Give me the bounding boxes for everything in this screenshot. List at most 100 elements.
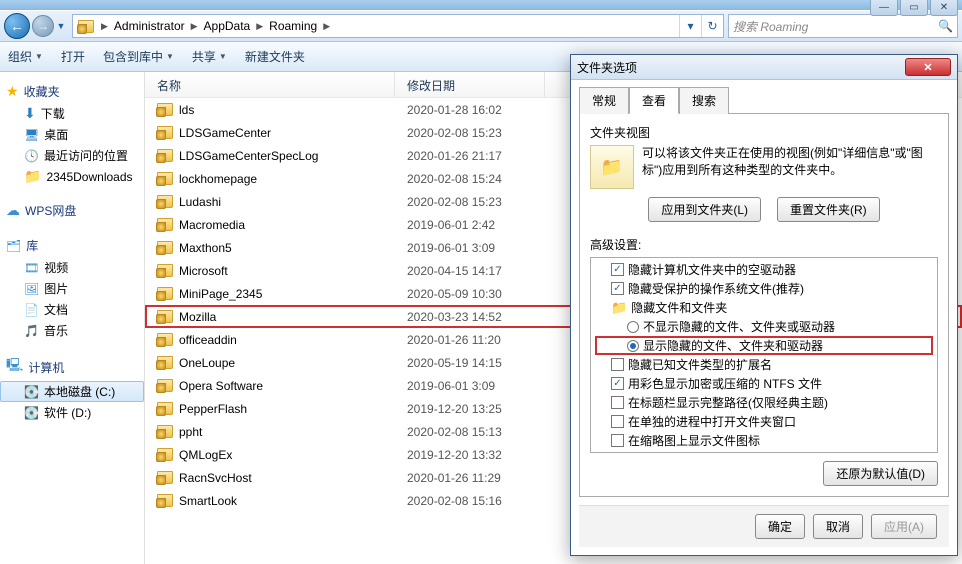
tree-item[interactable]: 隐藏已知文件类型的扩展名 — [595, 355, 933, 374]
sidebar-item-music[interactable]: 🎵音乐 — [0, 320, 144, 341]
folder-icon — [157, 287, 173, 300]
tab-search[interactable]: 搜索 — [679, 87, 729, 114]
nav-history-dropdown[interactable]: ▼ — [54, 13, 68, 39]
toolbar-include[interactable]: 包含到库中▼ — [103, 48, 174, 65]
nav-bar: ← → ▼ ▶ Administrator ▶ AppData ▶ Roamin… — [0, 10, 962, 42]
column-header-name[interactable]: 名称 — [145, 72, 395, 97]
window-minimize-button[interactable]: — — [870, 0, 898, 16]
disk-icon: 💽 — [24, 385, 39, 399]
nav-forward-button[interactable]: → — [32, 15, 54, 37]
folder-icon — [157, 149, 173, 162]
toolbar-newfolder[interactable]: 新建文件夹 — [245, 48, 305, 65]
restore-defaults-button[interactable]: 还原为默认值(D) — [823, 461, 938, 486]
apply-button[interactable]: 应用(A) — [871, 514, 937, 539]
breadcrumb[interactable]: Administrator — [110, 19, 189, 33]
checkbox-icon[interactable] — [611, 396, 624, 409]
tree-item[interactable]: 在单独的进程中打开文件夹窗口 — [595, 412, 933, 431]
tree-item[interactable]: 隐藏受保护的操作系统文件(推荐) — [595, 279, 933, 298]
window-close-button[interactable]: ✕ — [930, 0, 958, 16]
tree-item[interactable]: 在文件夹提示中显示文件大小信息 — [595, 450, 933, 453]
radio-icon[interactable] — [627, 321, 639, 333]
cancel-button[interactable]: 取消 — [813, 514, 863, 539]
sidebar-item-documents[interactable]: 📄文档 — [0, 299, 144, 320]
search-input[interactable]: 搜索 Roaming 🔍 — [728, 14, 958, 38]
tree-item[interactable]: 📁隐藏文件和文件夹 — [595, 298, 933, 317]
crumb-sep[interactable]: ▶ — [321, 21, 332, 32]
checkbox-icon[interactable] — [611, 415, 624, 428]
toolbar-share[interactable]: 共享▼ — [192, 48, 227, 65]
tree-item[interactable]: 用彩色显示加密或压缩的 NTFS 文件 — [595, 374, 933, 393]
folder-icon — [157, 425, 173, 438]
tree-label: 用彩色显示加密或压缩的 NTFS 文件 — [628, 375, 822, 392]
file-name: MiniPage_2345 — [179, 287, 262, 301]
crumb-sep[interactable]: ▶ — [99, 21, 110, 32]
file-name: QMLogEx — [179, 448, 232, 462]
folder-view-text: 可以将该文件夹正在使用的视图(例如"详细信息"或"图标")应用到所有这种类型的文… — [642, 145, 938, 189]
toolbar-open[interactable]: 打开 — [61, 48, 85, 65]
advanced-settings-title: 高级设置: — [590, 236, 938, 253]
address-dropdown-button[interactable]: ▾ — [679, 15, 701, 37]
file-date: 2020-02-08 15:16 — [395, 494, 545, 508]
file-name: Macromedia — [179, 218, 245, 232]
sidebar-libraries-head[interactable]: 🗂库 — [0, 234, 144, 257]
apply-to-folders-button[interactable]: 应用到文件夹(L) — [648, 197, 761, 222]
tab-view[interactable]: 查看 — [629, 87, 679, 114]
tree-item[interactable]: 显示隐藏的文件、文件夹和驱动器 — [595, 336, 933, 355]
tree-label: 隐藏已知文件类型的扩展名 — [628, 356, 772, 373]
sidebar-computer-head[interactable]: 🖳计算机 — [0, 353, 144, 381]
file-date: 2020-02-08 15:23 — [395, 195, 545, 209]
checkbox-icon[interactable] — [611, 263, 624, 276]
tree-label: 在单独的进程中打开文件夹窗口 — [628, 413, 796, 430]
video-icon: 🎞 — [24, 261, 39, 275]
sidebar-item-desktop[interactable]: 🖥桌面 — [0, 124, 144, 145]
checkbox-icon[interactable] — [611, 282, 624, 295]
sidebar-favorites-head[interactable]: ★收藏夹 — [0, 80, 144, 103]
tree-item[interactable]: 不显示隐藏的文件、文件夹或驱动器 — [595, 317, 933, 336]
folder-icon — [157, 172, 173, 185]
tab-general[interactable]: 常规 — [579, 87, 629, 114]
reset-folders-button[interactable]: 重置文件夹(R) — [777, 197, 880, 222]
sidebar-item-pictures[interactable]: 🖼图片 — [0, 278, 144, 299]
sidebar-item-disk-c[interactable]: 💽本地磁盘 (C:) — [0, 381, 144, 402]
tree-label: 隐藏受保护的操作系统文件(推荐) — [628, 280, 804, 297]
file-name: SmartLook — [179, 494, 237, 508]
checkbox-icon[interactable] — [611, 377, 624, 390]
file-date: 2019-06-01 3:09 — [395, 241, 545, 255]
tree-item[interactable]: 隐藏计算机文件夹中的空驱动器 — [595, 260, 933, 279]
sidebar-item-2345downloads[interactable]: 📁2345Downloads — [0, 166, 144, 187]
sidebar-item-disk-d[interactable]: 💽软件 (D:) — [0, 402, 144, 423]
file-date: 2020-02-08 15:24 — [395, 172, 545, 186]
dialog-title: 文件夹选项 — [577, 59, 637, 76]
recent-icon: 🕓 — [24, 149, 39, 163]
crumb-sep[interactable]: ▶ — [189, 21, 200, 32]
folder-view-icon: 📁 — [590, 145, 634, 189]
sidebar-item-videos[interactable]: 🎞视频 — [0, 257, 144, 278]
search-icon[interactable]: 🔍 — [938, 19, 953, 33]
tree-item[interactable]: 在标题栏显示完整路径(仅限经典主题) — [595, 393, 933, 412]
checkbox-icon[interactable] — [611, 434, 624, 447]
folder-icon — [157, 402, 173, 415]
sidebar-item-downloads[interactable]: ⬇下载 — [0, 103, 144, 124]
radio-icon[interactable] — [627, 340, 639, 352]
folder-icon: 📁 — [24, 168, 41, 185]
toolbar-organize[interactable]: 组织▼ — [8, 48, 43, 65]
checkbox-icon[interactable] — [611, 358, 624, 371]
folder-icon — [157, 241, 173, 254]
ok-button[interactable]: 确定 — [755, 514, 805, 539]
tree-item[interactable]: 在缩略图上显示文件图标 — [595, 431, 933, 450]
column-header-date[interactable]: 修改日期 — [395, 72, 545, 97]
nav-back-button[interactable]: ← — [4, 13, 30, 39]
file-name: Maxthon5 — [179, 241, 232, 255]
sidebar-item-recent[interactable]: 🕓最近访问的位置 — [0, 145, 144, 166]
sidebar-wps-head[interactable]: ☁WPS网盘 — [0, 199, 144, 222]
breadcrumb[interactable]: Roaming — [265, 19, 321, 33]
window-maximize-button[interactable]: ▭ — [900, 0, 928, 16]
dialog-close-button[interactable]: ✕ — [905, 58, 951, 76]
folder-icon — [76, 16, 96, 36]
crumb-sep[interactable]: ▶ — [254, 21, 265, 32]
advanced-settings-tree[interactable]: 隐藏计算机文件夹中的空驱动器隐藏受保护的操作系统文件(推荐)📁隐藏文件和文件夹不… — [590, 257, 938, 453]
address-bar[interactable]: ▶ Administrator ▶ AppData ▶ Roaming ▶ ▾ … — [72, 14, 724, 38]
file-date: 2020-01-28 16:02 — [395, 103, 545, 117]
refresh-button[interactable]: ↻ — [701, 15, 723, 37]
breadcrumb[interactable]: AppData — [200, 19, 255, 33]
